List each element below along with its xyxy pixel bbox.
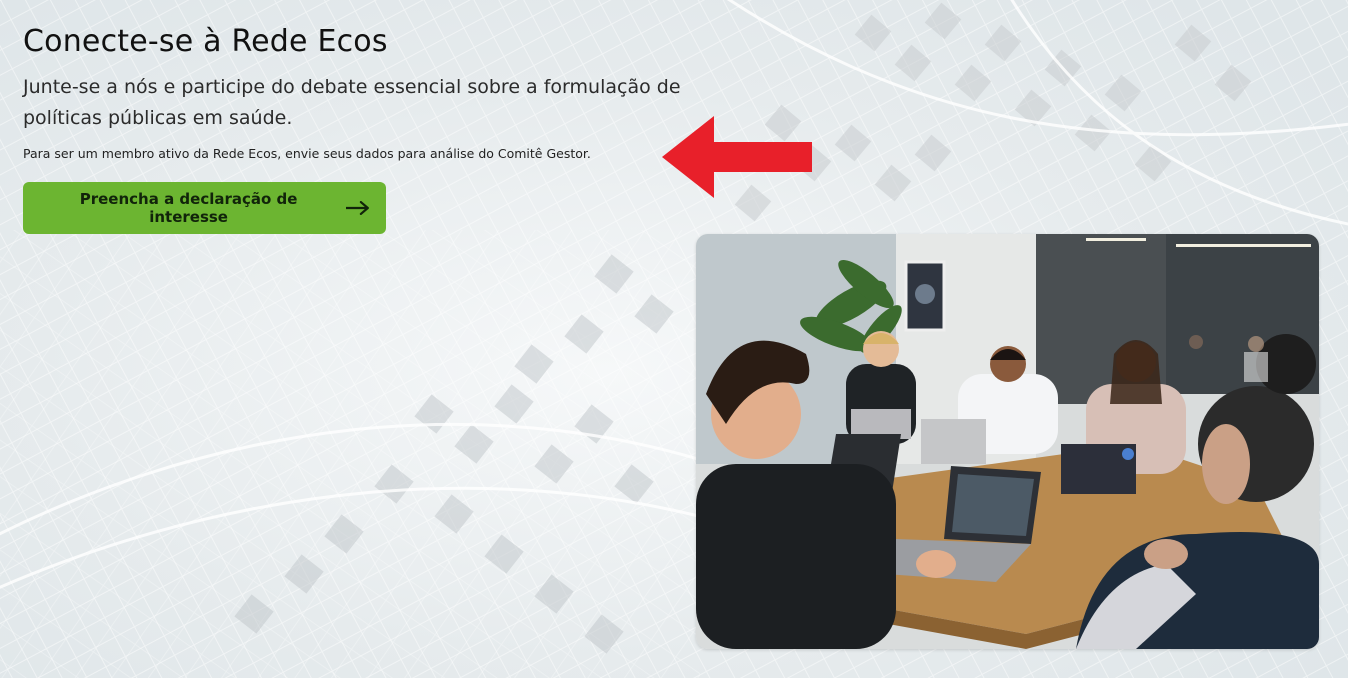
declaration-of-interest-button[interactable]: Preencha a declaração de interesse bbox=[23, 182, 386, 234]
arrow-right-icon bbox=[346, 201, 370, 215]
meeting-illustration bbox=[696, 234, 1319, 649]
team-meeting-photo bbox=[696, 234, 1319, 649]
page: Conecte-se à Rede Ecos Junte-se a nós e … bbox=[0, 0, 1348, 678]
page-title: Conecte-se à Rede Ecos bbox=[23, 24, 388, 59]
lead-paragraph: Junte-se a nós e participe do debate ess… bbox=[23, 76, 681, 129]
red-arrow-left-icon bbox=[662, 116, 812, 198]
cta-label: Preencha a declaração de interesse bbox=[79, 190, 298, 226]
